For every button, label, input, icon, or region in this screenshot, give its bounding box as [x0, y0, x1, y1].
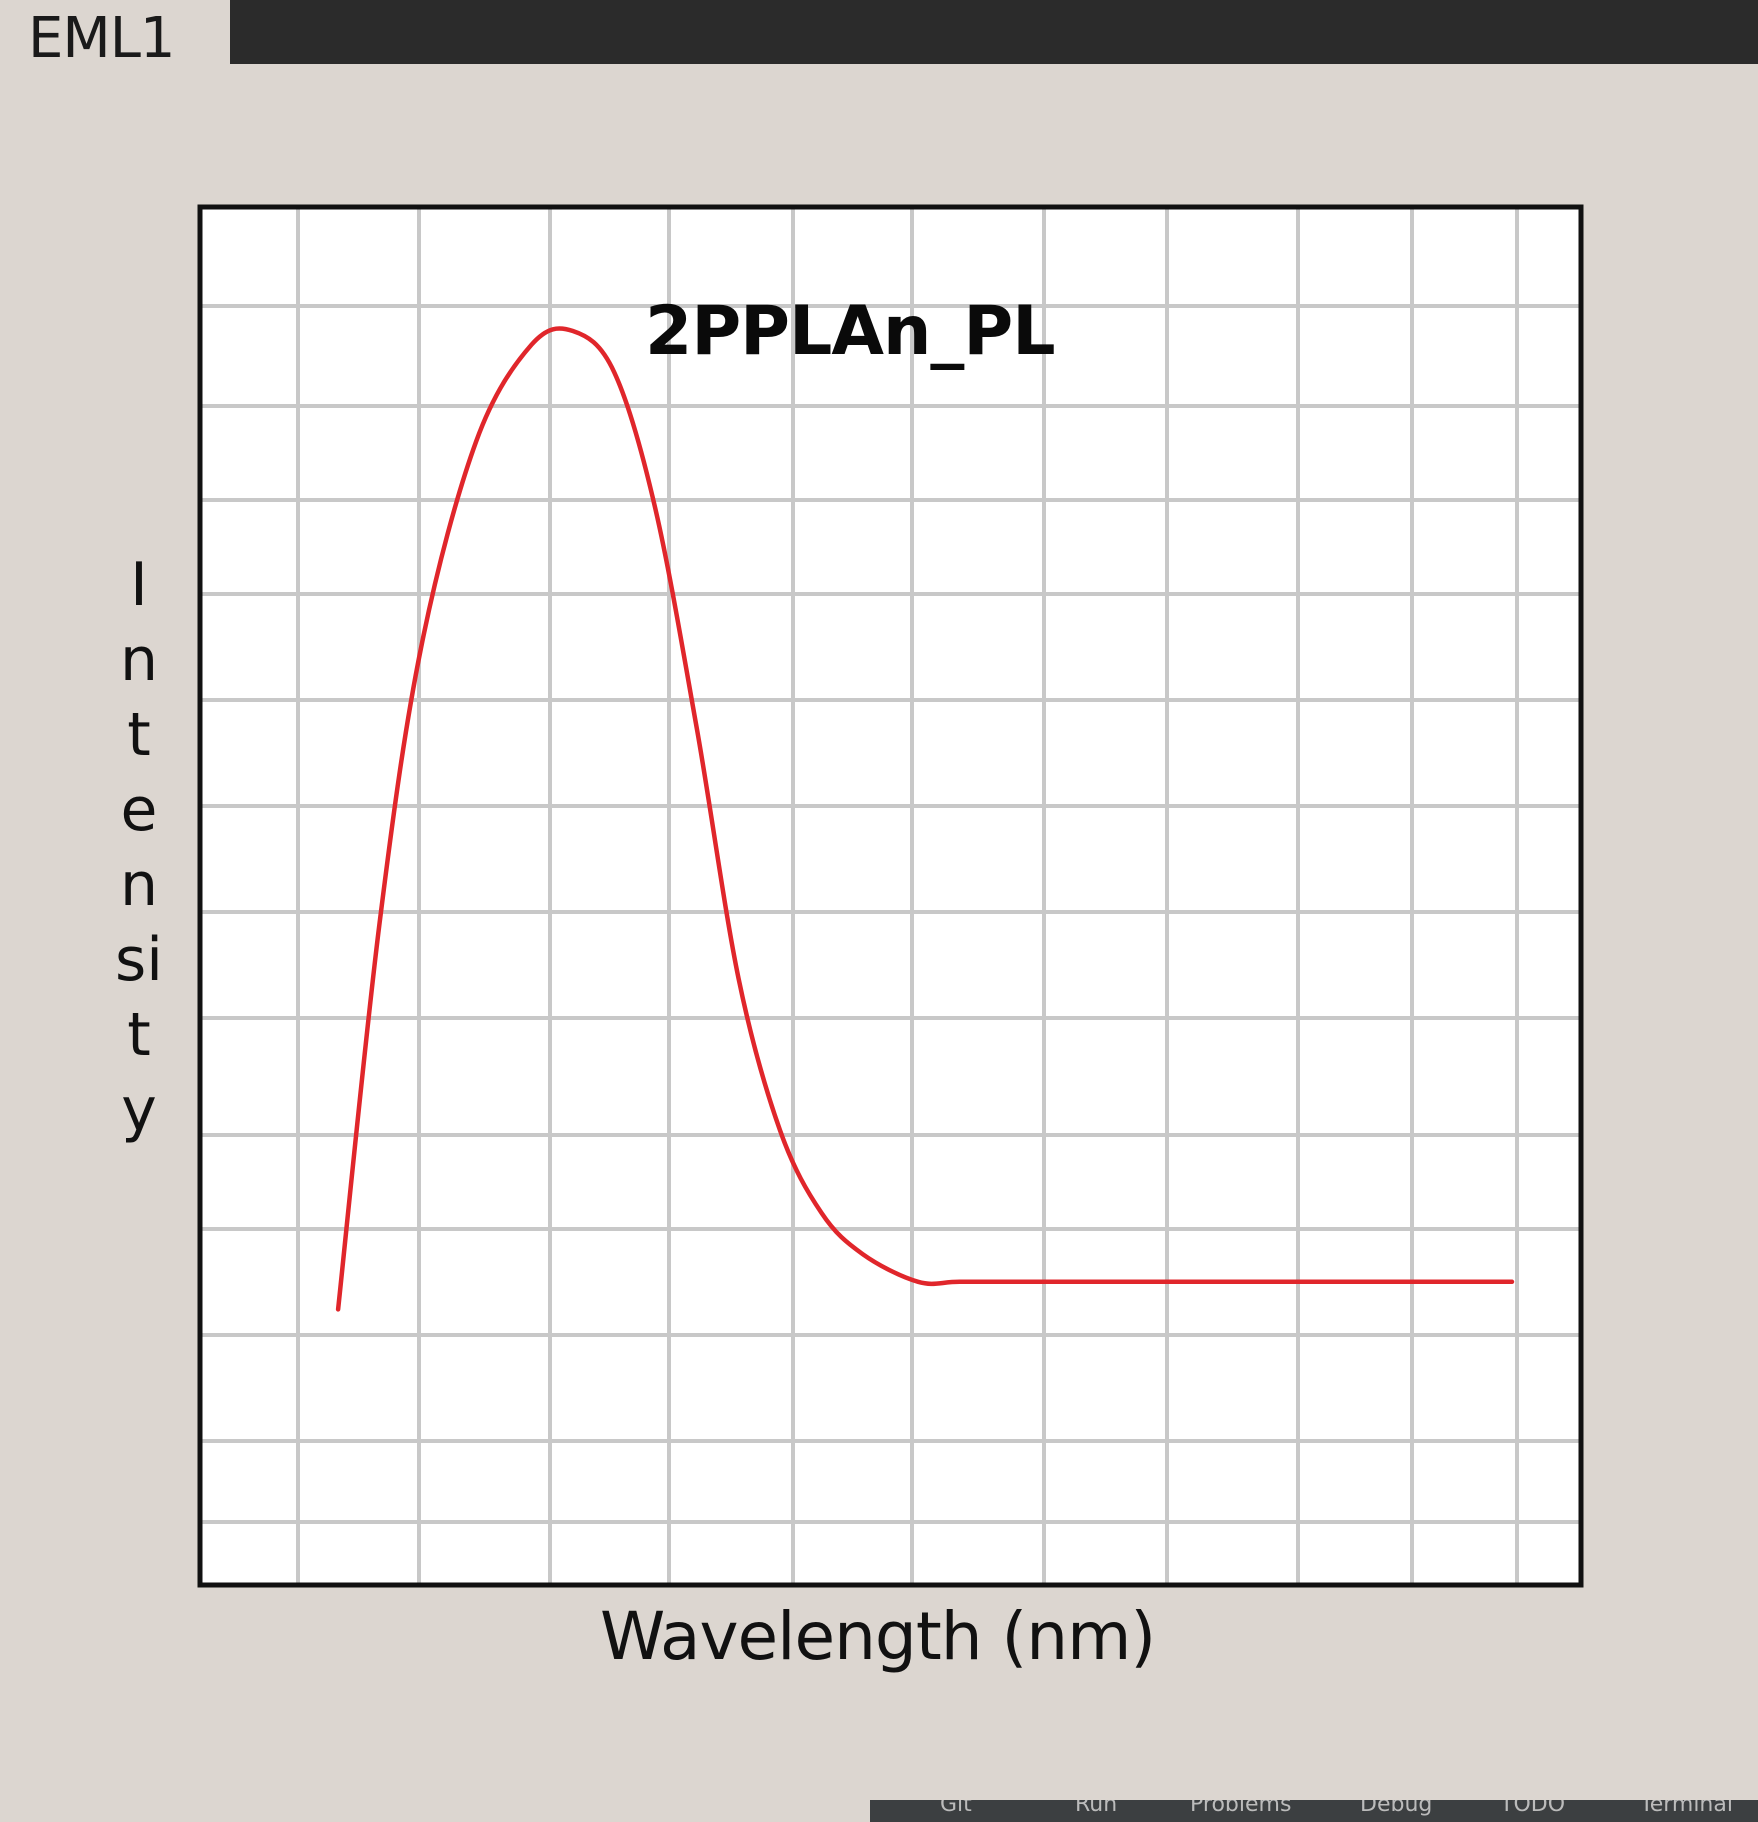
- plot-area: [200, 207, 1581, 1585]
- x-axis-label: Wavelength (nm): [600, 1598, 1156, 1675]
- chart: [197, 204, 1584, 1588]
- chart-title: 2PPLAn_PL: [645, 292, 1056, 371]
- status-item-terminal[interactable]: Terminal: [1640, 1800, 1733, 1817]
- status-bar: Git Run Problems Debug TODO Terminal: [870, 1800, 1758, 1822]
- status-item-todo[interactable]: TODO: [1500, 1800, 1565, 1817]
- y-axis-label: Intensity: [115, 550, 163, 1145]
- status-item-problems[interactable]: Problems: [1190, 1800, 1291, 1817]
- status-item-run[interactable]: Run: [1075, 1800, 1117, 1817]
- status-item-git[interactable]: Git: [940, 1800, 972, 1817]
- status-item-debug[interactable]: Debug: [1360, 1800, 1432, 1817]
